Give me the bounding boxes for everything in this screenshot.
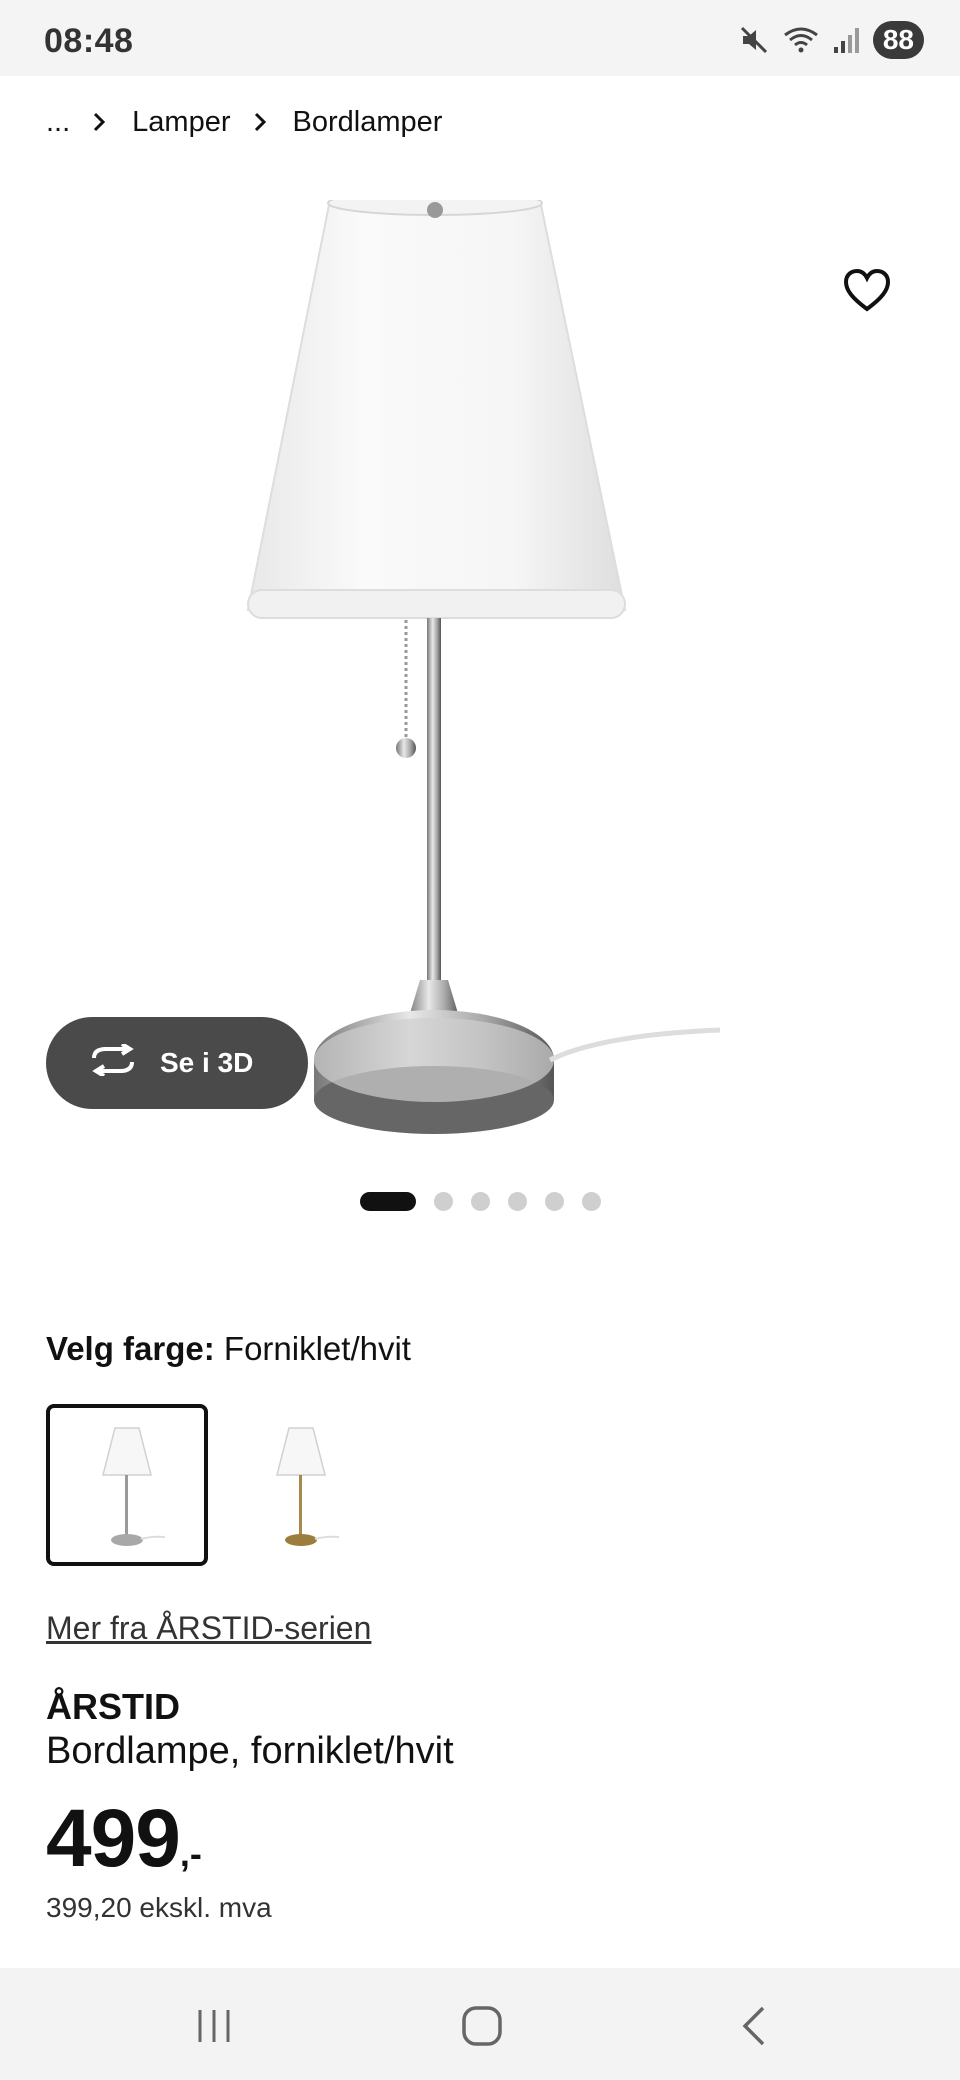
- swatch-image-brass: [276, 1427, 340, 1546]
- mute-icon: [739, 25, 769, 55]
- product-image: [246, 200, 721, 1134]
- back-icon[interactable]: [724, 1998, 784, 2054]
- product-name: ÅRSTID: [46, 1686, 180, 1727]
- breadcrumb-lamper[interactable]: Lamper: [132, 106, 230, 139]
- color-selector-label: Velg farge: Forniklet/hvit: [46, 1330, 411, 1368]
- breadcrumb-bordlamper[interactable]: Bordlamper: [293, 106, 443, 139]
- breadcrumb-ellipsis[interactable]: ...: [46, 106, 70, 139]
- price-amount: 499: [46, 1793, 181, 1884]
- chevron-right-icon: [253, 111, 267, 133]
- swatch-image-nickel: [102, 1427, 166, 1546]
- carousel-dot[interactable]: [507, 1192, 527, 1211]
- view-3d-button[interactable]: Se i 3D: [46, 1017, 308, 1109]
- carousel-dot-active[interactable]: [359, 1192, 416, 1211]
- system-nav-bar: [0, 1968, 960, 2080]
- price-suffix: ,-: [179, 1833, 202, 1874]
- color-swatch-brass-white[interactable]: [220, 1404, 382, 1566]
- series-link[interactable]: Mer fra ÅRSTID-serien: [46, 1610, 371, 1647]
- status-time: 08:48: [44, 22, 134, 60]
- color-label-value: Forniklet/hvit: [223, 1330, 411, 1367]
- view-3d-label: Se i 3D: [160, 1047, 254, 1078]
- home-icon[interactable]: [452, 1998, 512, 2054]
- recent-apps-icon[interactable]: [184, 1998, 244, 2054]
- product-image-carousel[interactable]: Se i 3D: [0, 160, 960, 1180]
- carousel-dot[interactable]: [581, 1192, 601, 1211]
- price-ex-vat: 399,20 ekskl. mva: [46, 1892, 272, 1923]
- product-description: Bordlampe, forniklet/hvit: [46, 1730, 454, 1772]
- color-label-title: Velg farge:: [46, 1330, 215, 1367]
- price: 499 ,-: [46, 1792, 202, 1886]
- rotate-3d-icon: [88, 1041, 138, 1083]
- carousel-dot[interactable]: [544, 1192, 564, 1211]
- carousel-dot[interactable]: [470, 1192, 490, 1211]
- wifi-icon: [783, 25, 819, 55]
- breadcrumb: ... Lamper Bordlamper: [46, 100, 442, 144]
- color-swatch-nickel-white[interactable]: [46, 1404, 208, 1566]
- carousel-dot[interactable]: [433, 1192, 453, 1211]
- favorite-heart-icon[interactable]: [842, 266, 892, 316]
- color-swatches: [46, 1404, 382, 1566]
- signal-icon: [833, 25, 859, 55]
- carousel-indicator: [0, 1192, 960, 1211]
- status-bar: 08:48 88: [0, 0, 960, 76]
- battery-indicator: 88: [872, 21, 924, 59]
- status-icons: 88: [739, 21, 924, 59]
- chevron-right-icon: [92, 111, 106, 133]
